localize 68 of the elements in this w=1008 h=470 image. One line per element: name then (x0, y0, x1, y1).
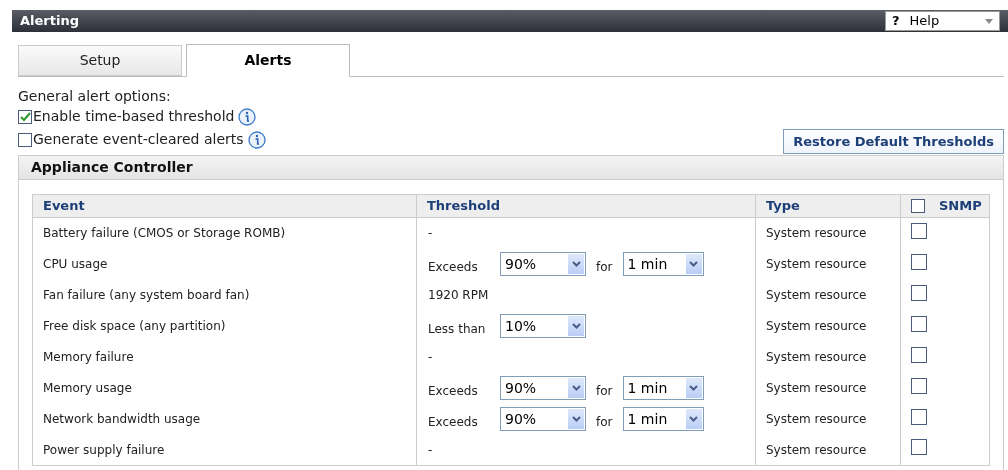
table-cell: CPU usage (43, 257, 108, 271)
info-icon[interactable] (247, 130, 266, 149)
threshold-label: Exceeds (428, 259, 479, 276)
checkbox[interactable] (911, 315, 927, 332)
dropdown[interactable]: 1 min (622, 376, 704, 400)
column-header: SNMP (939, 197, 982, 216)
checkbox[interactable] (911, 439, 927, 456)
chevron-down-icon (568, 409, 584, 429)
chevron-down-icon (685, 254, 702, 274)
checkbox[interactable] (911, 408, 927, 425)
threshold-label: for (596, 259, 613, 276)
table-cell: Memory usage (43, 381, 132, 395)
checkbox[interactable] (18, 109, 32, 124)
help-dropdown[interactable]: ? Help (885, 11, 1000, 31)
table-cell: System resource (766, 226, 867, 241)
chevron-down-icon (568, 378, 584, 398)
table-cell: System resource (766, 381, 867, 395)
dropdown[interactable]: 10% (500, 314, 586, 338)
column-header: Threshold (427, 198, 501, 214)
table-cell: System resource (766, 257, 867, 271)
info-icon[interactable] (238, 107, 257, 126)
table-cell: Memory failure (43, 350, 134, 364)
tab[interactable]: Alerts (186, 44, 350, 77)
table-cell: System resource (766, 412, 867, 426)
dropdown[interactable]: 1 min (622, 407, 704, 431)
chevron-down-icon (568, 254, 584, 274)
checkbox[interactable] (911, 199, 925, 213)
restore-defaults-button[interactable]: Restore Default Thresholds (783, 129, 1004, 154)
threshold-label: Less than (428, 321, 487, 338)
table-cell: Fan failure (any system board fan) (43, 288, 250, 302)
dropdown[interactable]: 1 min (622, 252, 704, 276)
checkbox[interactable] (911, 222, 927, 239)
checkbox[interactable] (911, 346, 927, 363)
section-title: Appliance Controller (31, 158, 193, 177)
table-cell: Power supply failure (43, 442, 165, 457)
dropdown[interactable]: 90% (500, 252, 586, 276)
table-cell: Battery failure (CMOS or Storage ROMB) (43, 226, 286, 241)
checkbox-label: Generate event-cleared alerts (33, 130, 244, 149)
checkbox[interactable] (911, 253, 927, 270)
checkbox[interactable] (911, 284, 927, 301)
window-title: Alerting (19, 12, 79, 31)
options-heading: General alert options: (18, 87, 172, 105)
checkbox[interactable] (18, 132, 32, 147)
threshold-label: for (596, 383, 613, 400)
table-cell: Free disk space (any partition) (43, 319, 226, 333)
table-cell: System resource (766, 350, 867, 364)
checkbox[interactable] (911, 377, 927, 394)
table-cell: - (428, 350, 433, 364)
chevron-down-icon (685, 378, 702, 398)
tab[interactable]: Setup (18, 45, 182, 76)
checkbox-label: Enable time-based threshold (33, 107, 235, 126)
caret-icon (985, 18, 993, 24)
dropdown[interactable]: 90% (500, 407, 586, 431)
dropdown[interactable]: 90% (500, 376, 586, 400)
threshold-label: Exceeds (428, 414, 479, 431)
chevron-down-icon (568, 316, 584, 336)
table-cell: System resource (766, 288, 867, 302)
table-cell: Network bandwidth usage (43, 412, 201, 426)
table-cell: - (428, 442, 433, 457)
table-cell: - (428, 226, 433, 241)
table-cell: 1920 RPM (428, 288, 489, 302)
column-header: Event (43, 198, 85, 214)
table-cell: System resource (766, 319, 867, 333)
table-cell: System resource (766, 442, 867, 457)
chevron-down-icon (685, 409, 702, 429)
threshold-label: for (596, 414, 613, 431)
column-header: Type (766, 198, 800, 214)
threshold-label: Exceeds (428, 383, 479, 400)
